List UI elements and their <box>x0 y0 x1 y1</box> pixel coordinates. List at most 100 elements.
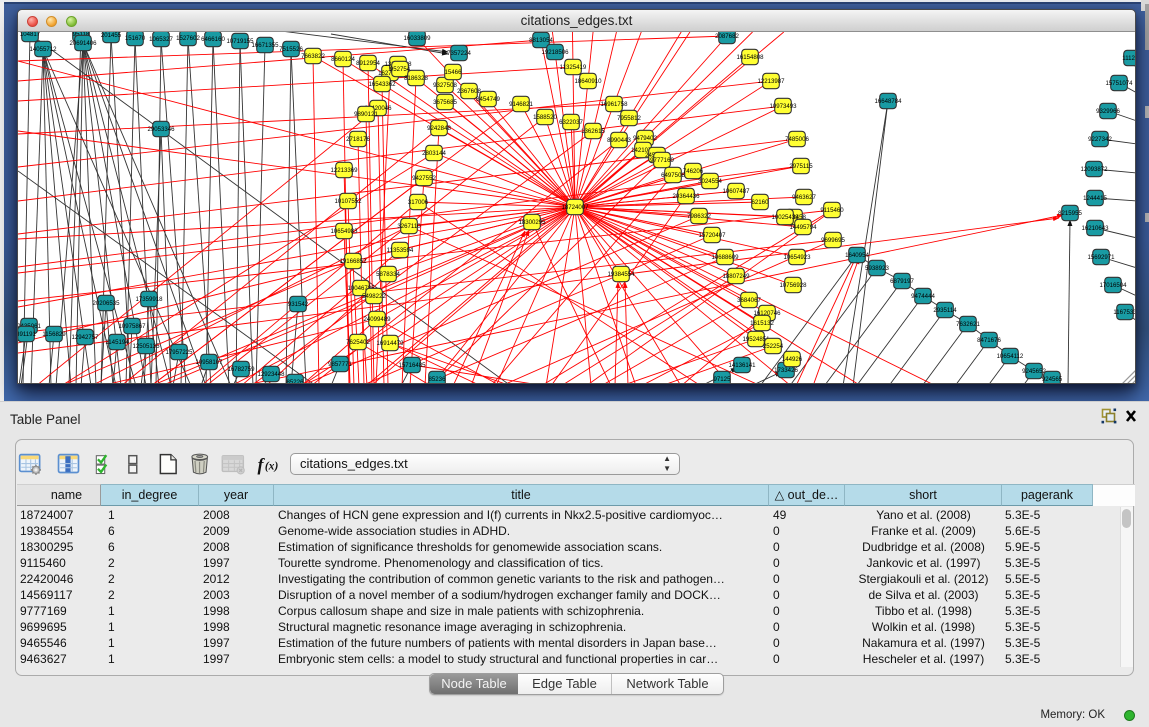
svg-text:7955812: 7955812 <box>617 115 641 122</box>
svg-text:14136141: 14136141 <box>728 362 756 369</box>
svg-text:18724007: 18724007 <box>561 204 589 211</box>
svg-text:(x): (x) <box>265 460 279 472</box>
svg-text:10973493: 10973493 <box>769 103 797 110</box>
svg-text:85236: 85236 <box>429 376 447 383</box>
svg-text:1733426: 1733426 <box>774 367 798 374</box>
svg-text:7485006: 7485006 <box>785 136 809 143</box>
svg-text:9245652: 9245652 <box>1022 368 1046 375</box>
svg-text:7625402: 7625402 <box>346 339 370 346</box>
svg-text:12213369: 12213369 <box>330 167 358 174</box>
svg-text:9242848: 9242848 <box>427 125 451 132</box>
svg-text:9327508: 9327508 <box>433 82 457 89</box>
svg-text:10756928: 10756928 <box>779 282 807 289</box>
svg-text:16154808: 16154808 <box>736 54 764 61</box>
svg-text:9146821: 9146821 <box>509 101 533 108</box>
svg-text:5498222: 5498222 <box>362 293 386 300</box>
svg-text:17359918: 17359918 <box>135 296 163 303</box>
svg-text:201455: 201455 <box>101 32 122 39</box>
svg-text:12505135: 12505135 <box>132 343 160 350</box>
svg-text:8813054: 8813054 <box>529 37 553 44</box>
svg-text:3024554: 3024554 <box>698 178 722 185</box>
svg-text:6322037: 6322037 <box>559 119 583 126</box>
svg-text:8912954: 8912954 <box>356 60 380 67</box>
svg-text:9329966: 9329966 <box>1096 108 1120 115</box>
svg-text:16210643: 16210643 <box>1081 225 1109 232</box>
svg-text:24099489: 24099489 <box>363 316 391 323</box>
svg-text:10607487: 10607487 <box>722 188 750 195</box>
svg-text:18300295: 18300295 <box>518 219 546 226</box>
svg-text:20364436: 20364436 <box>672 193 700 200</box>
svg-text:16543362: 16543362 <box>368 81 396 88</box>
svg-text:9474444: 9474444 <box>911 293 935 300</box>
svg-text:9427552: 9427552 <box>412 175 436 182</box>
svg-text:11325419: 11325419 <box>560 64 587 71</box>
svg-text:62160: 62160 <box>752 199 770 206</box>
svg-text:19218506: 19218506 <box>541 49 569 56</box>
svg-text:1615132: 1615132 <box>750 320 774 327</box>
svg-text:2935114: 2935114 <box>933 307 957 314</box>
svg-text:12942757: 12942757 <box>71 334 99 341</box>
svg-text:6879197: 6879197 <box>890 278 914 285</box>
svg-text:2803144: 2803144 <box>422 150 446 157</box>
svg-text:85226: 85226 <box>287 379 305 383</box>
svg-text:391191: 391191 <box>18 331 37 338</box>
svg-text:9699695: 9699695 <box>821 237 845 244</box>
svg-text:252254: 252254 <box>763 343 784 350</box>
svg-text:19166852: 19166852 <box>339 258 367 265</box>
svg-text:9890121: 9890121 <box>354 111 378 118</box>
svg-text:1167533: 1167533 <box>1113 309 1136 316</box>
svg-text:924565: 924565 <box>1042 376 1063 383</box>
svg-text:104817: 104817 <box>20 32 41 38</box>
svg-text:9463627: 9463627 <box>792 194 816 201</box>
svg-text:7515526: 7515526 <box>279 46 303 53</box>
svg-text:10958107: 10958107 <box>195 359 223 366</box>
svg-text:9857771: 9857771 <box>328 361 352 368</box>
svg-text:8471676: 8471676 <box>977 337 1001 344</box>
svg-text:9479402: 9479402 <box>633 135 657 142</box>
svg-text:18640910: 18640910 <box>574 78 602 85</box>
svg-text:6466160: 6466160 <box>201 36 225 43</box>
svg-text:10688609: 10688609 <box>711 254 739 261</box>
svg-text:15466: 15466 <box>445 69 463 76</box>
svg-text:5938923: 5938923 <box>865 265 889 272</box>
svg-text:1362615: 1362615 <box>581 128 605 135</box>
svg-text:8186328: 8186328 <box>404 75 428 82</box>
svg-text:16671355: 16671355 <box>251 42 279 49</box>
svg-text:20206535: 20206535 <box>92 300 120 307</box>
svg-text:10025433: 10025433 <box>771 214 799 221</box>
svg-text:8454749: 8454749 <box>476 96 500 103</box>
svg-text:14055712: 14055712 <box>29 46 57 53</box>
svg-text:12923448: 12923448 <box>257 371 285 378</box>
svg-text:10654983: 10654983 <box>330 228 358 235</box>
svg-text:1527602: 1527602 <box>176 35 200 42</box>
svg-text:1640954: 1640954 <box>845 252 869 259</box>
svg-text:15716485: 15716485 <box>398 362 426 369</box>
svg-text:15692971: 15692971 <box>1087 254 1115 261</box>
svg-text:6497508: 6497508 <box>661 172 685 179</box>
svg-text:3684067: 3684067 <box>737 297 761 304</box>
svg-text:10654923: 10654923 <box>783 254 811 261</box>
svg-text:151670: 151670 <box>125 35 146 42</box>
svg-text:111263: 111263 <box>1122 55 1136 62</box>
svg-text:7632621: 7632621 <box>956 321 980 328</box>
svg-text:18807249: 18807249 <box>722 273 750 280</box>
svg-text:15720407: 15720407 <box>698 232 726 239</box>
svg-text:10719155: 10719155 <box>226 38 254 45</box>
svg-text:17016504: 17016504 <box>1099 282 1127 289</box>
svg-text:2367608: 2367608 <box>457 88 481 95</box>
svg-text:10107552: 10107552 <box>334 198 362 205</box>
svg-text:317006: 317006 <box>408 199 429 206</box>
svg-text:19384554: 19384554 <box>607 271 635 278</box>
svg-text:2718176: 2718176 <box>346 136 370 143</box>
svg-text:8215955: 8215955 <box>1058 210 1082 217</box>
svg-text:9227342: 9227342 <box>1088 136 1112 143</box>
svg-text:2087682: 2087682 <box>715 33 739 40</box>
svg-text:144926: 144926 <box>782 356 803 363</box>
svg-text:8990443: 8990443 <box>607 137 631 144</box>
svg-text:1065327: 1065327 <box>149 36 173 43</box>
svg-text:20691406: 20691406 <box>69 40 97 47</box>
svg-text:7663822: 7663822 <box>301 53 325 60</box>
svg-text:1588520: 1588520 <box>533 114 557 121</box>
svg-text:3267110: 3267110 <box>397 223 421 230</box>
svg-text:5878334: 5878334 <box>376 271 400 278</box>
